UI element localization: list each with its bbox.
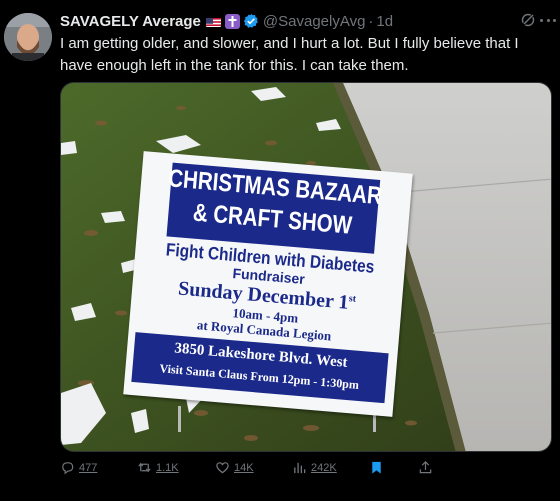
tweet-header: SAVAGELY Average @SavagelyAvg · 1d [60, 11, 393, 31]
grok-icon[interactable] [520, 12, 536, 28]
sign-title-panel: CHRISTMAS BAZAAR & CRAFT SHOW [166, 162, 383, 254]
separator-dot: · [368, 12, 374, 30]
reply-count: 477 [79, 461, 98, 474]
share-button[interactable] [418, 460, 433, 480]
cross-icon [224, 13, 240, 29]
tweet[interactable]: SAVAGELY Average @SavagelyAvg · 1d I am … [0, 0, 560, 501]
sign-stake-left [178, 406, 181, 432]
more-icon[interactable] [540, 12, 556, 28]
bazaar-sign: CHRISTMAS BAZAAR & CRAFT SHOW Fight Chil… [123, 151, 413, 417]
views-button[interactable]: 242K [292, 460, 337, 475]
timestamp[interactable]: 1d [376, 13, 393, 30]
tweet-actions: 477 1.1K 14K 242K [60, 460, 440, 480]
reply-button[interactable]: 477 [60, 460, 97, 475]
bookmark-icon [372, 461, 381, 474]
like-button[interactable]: 14K [215, 460, 254, 475]
bookmark-button[interactable] [369, 460, 384, 480]
repost-button[interactable]: 1.1K [137, 460, 179, 475]
like-count: 14K [234, 461, 254, 474]
sign-date-suffix: st [348, 293, 357, 305]
verified-badge-icon[interactable] [243, 13, 259, 29]
repost-icon [138, 462, 151, 473]
us-flag-icon [205, 16, 221, 27]
author-handle[interactable]: @SavagelyAvg [263, 13, 366, 30]
like-icon [216, 462, 229, 474]
views-icon [294, 462, 306, 474]
repost-count: 1.1K [156, 461, 179, 474]
share-icon [419, 461, 432, 474]
reply-icon [62, 462, 74, 475]
avatar[interactable] [4, 13, 52, 61]
author-name[interactable]: SAVAGELY Average [60, 13, 201, 30]
views-count: 242K [311, 461, 337, 474]
tweet-text: I am getting older, and slower, and I hu… [60, 35, 519, 74]
